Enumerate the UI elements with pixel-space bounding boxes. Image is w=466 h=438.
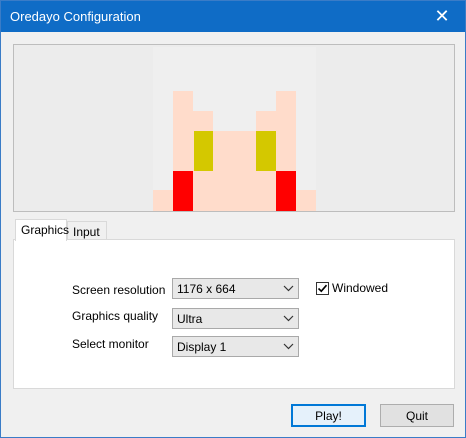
preview-panel <box>13 44 455 212</box>
graphics-quality-label: Graphics quality <box>72 309 159 323</box>
quit-button[interactable]: Quit <box>380 404 454 427</box>
select-monitor-label: Select monitor <box>72 337 149 351</box>
client-area: Graphics Input Screen resolution 1176 x … <box>1 32 465 437</box>
tab-input-label: Input <box>73 225 100 239</box>
close-button[interactable]: ✕ <box>419 1 465 32</box>
chevron-down-icon <box>283 343 294 350</box>
graphics-quality-select[interactable]: Ultra <box>172 308 299 329</box>
checkmark-icon <box>317 284 328 292</box>
screen-resolution-label: Screen resolution <box>72 283 166 297</box>
window-title: Oredayo Configuration <box>10 9 141 24</box>
tab-strip: Graphics Input <box>13 219 455 241</box>
play-button-label: Play! <box>315 408 342 423</box>
select-monitor-value: Display 1 <box>177 340 227 354</box>
chevron-down-icon <box>283 315 294 322</box>
character-face-icon <box>153 47 316 211</box>
graphics-tab-panel: Screen resolution 1176 x 664 Windowed Gr… <box>13 239 455 389</box>
graphics-quality-value: Ultra <box>177 312 203 326</box>
screen-resolution-select[interactable]: 1176 x 664 <box>172 278 299 299</box>
windowed-label: Windowed <box>332 281 389 295</box>
title-bar[interactable]: Oredayo Configuration ✕ <box>1 1 465 32</box>
windowed-checkbox[interactable] <box>316 281 329 295</box>
select-monitor-select[interactable]: Display 1 <box>172 336 299 357</box>
tab-graphics-label: Graphics <box>21 223 70 237</box>
quit-button-label: Quit <box>405 408 428 423</box>
configuration-window: Oredayo Configuration ✕ Graphics Input S… <box>0 0 466 438</box>
character-preview-image <box>153 47 316 211</box>
screen-resolution-value: 1176 x 664 <box>177 282 236 296</box>
windowed-checkbox-wrap[interactable]: Windowed <box>316 280 388 296</box>
play-button[interactable]: Play! <box>291 404 366 427</box>
chevron-down-icon <box>283 285 294 292</box>
tab-graphics[interactable]: Graphics <box>15 219 70 241</box>
tab-input[interactable]: Input <box>67 221 107 241</box>
close-icon: ✕ <box>434 6 450 26</box>
